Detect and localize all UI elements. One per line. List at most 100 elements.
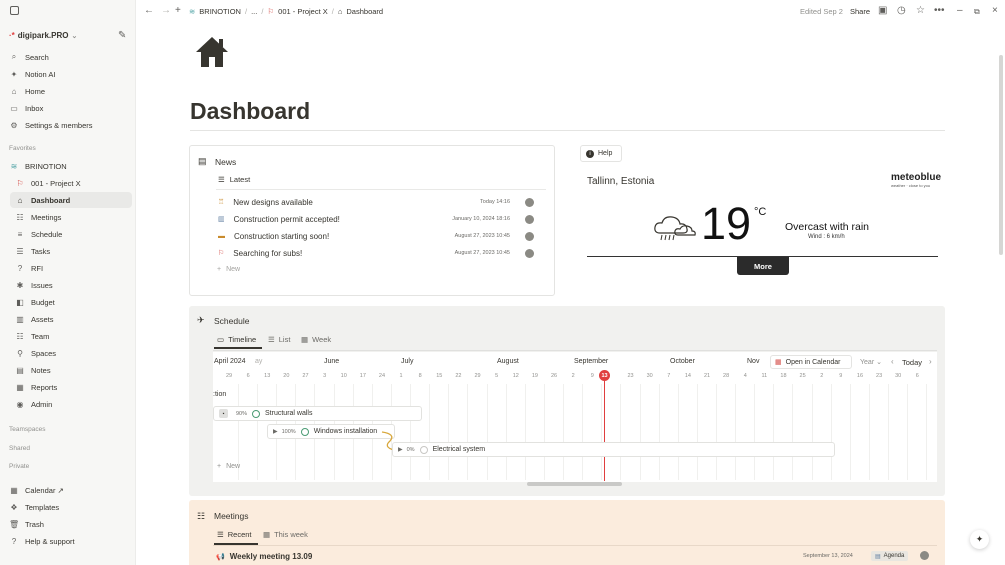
minimize-icon[interactable]: – [957,5,963,16]
triangle-right-icon[interactable]: ▶ [398,446,403,453]
zoom-select[interactable]: Year ⌄ [860,358,882,366]
month-label: October [670,358,695,365]
open-in-calendar-button[interactable]: ▦ Open in Calendar [770,355,852,369]
workspace-switcher[interactable]: ·* digipark.PRO ⌄ [9,31,77,40]
table-row[interactable]: 📢 Weekly meeting 13.09 September 13, 202… [216,550,936,563]
sidebar-item-notion-ai[interactable]: ✦ Notion AI [4,66,132,82]
sidebar-item-team[interactable]: ☷ Team [10,328,132,344]
today-button[interactable]: Today [902,358,922,367]
news-item-date: Today 14:16 [480,199,510,205]
page-icon-house[interactable] [194,34,230,70]
list-icon: ☰ [218,175,225,184]
task-bar-electrical-system[interactable]: ▶ 0% Electrical system [392,442,835,457]
news-item-title: New designs available [233,197,313,207]
news-view-tab[interactable]: ☰ Latest [218,175,250,184]
app-logo-icon[interactable] [10,6,19,15]
tab-week[interactable]: ▦ Week [301,335,331,344]
task-bar-windows-installation[interactable]: ▶ 100% Windows installation [267,424,395,439]
sidebar-item-calendar[interactable]: ▦ Calendar ↗ [4,482,132,498]
expand-icon[interactable]: ▪ [219,409,228,418]
news-new-button[interactable]: + New [217,266,240,273]
private-heading[interactable]: Private [9,463,29,470]
day-label: 9 [839,373,843,379]
schedule-new-button[interactable]: + New [217,463,240,470]
grid-line [601,384,603,480]
sidebar-item-home[interactable]: ⌂ Home [4,83,132,99]
share-button[interactable]: Share [850,7,870,16]
prev-arrow-icon[interactable]: ‹ [891,357,894,366]
ai-assistant-button[interactable]: ✦ [970,530,989,549]
day-label: 7 [667,373,671,379]
sidebar-item-dashboard[interactable]: ⌂ Dashboard [10,192,132,208]
list-item[interactable]: ▥ Construction permit accepted! January … [218,211,548,227]
forward-arrow-icon[interactable]: → [161,5,171,16]
sidebar-item-inbox[interactable]: ▭ Inbox [4,100,132,116]
templates-icon: ❖ [10,502,18,512]
sidebar-item-rfi[interactable]: ? RFI [10,260,132,276]
sidebar-item-spaces[interactable]: ⚲ Spaces [10,345,132,361]
sidebar-item-label: Help & support [25,536,75,546]
meteoblue-logo[interactable]: meteoblue [891,172,941,183]
close-icon[interactable]: × [992,5,998,16]
sidebar-item-templates[interactable]: ❖ Templates [4,499,132,515]
sidebar-item-issues[interactable]: ✱ Issues [10,277,132,293]
breadcrumb-item[interactable]: 001 - Project X [278,7,328,16]
restore-icon[interactable]: ⧉ [974,7,980,17]
shared-heading[interactable]: Shared [9,445,30,452]
list-item[interactable]: ▬ Construction starting soon! August 27,… [218,228,548,244]
page-title[interactable]: Dashboard [190,98,310,125]
horizontal-scrollbar[interactable] [527,482,622,486]
today-marker: 13 [599,370,610,381]
sidebar-item-search[interactable]: ⌕ Search [4,49,132,65]
sidebar-item-brinotion[interactable]: ≋ BRINOTION [4,158,132,174]
sidebar-item-help[interactable]: ? Help & support [4,533,132,549]
vertical-scrollbar[interactable] [999,55,1003,255]
schedule-title[interactable]: Schedule [214,316,249,326]
task-bar-structural-walls[interactable]: ▪ 90% Structural walls [213,406,422,421]
sidebar-item-admin[interactable]: ◉ Admin [10,396,132,412]
tab-recent[interactable]: ☰ Recent [217,530,252,539]
help-button[interactable]: i Help [580,145,622,162]
sidebar-item-tasks[interactable]: ☰ Tasks [10,243,132,259]
triangle-right-icon[interactable]: ▶ [273,428,278,435]
plus-icon: + [217,266,222,273]
sidebar-item-settings[interactable]: ⚙ Settings & members [4,117,132,133]
sidebar-item-assets[interactable]: ▥ Assets [10,311,132,327]
breadcrumb-item[interactable]: BRINOTION [199,7,241,16]
sidebar-item-meetings[interactable]: ☷ Meetings [10,209,132,225]
grid-line [849,384,851,480]
day-label: 5 [495,373,499,379]
sidebar-item-reports[interactable]: ▦ Reports [10,379,132,395]
news-title[interactable]: News [215,157,236,167]
day-label: 14 [684,373,691,379]
more-button[interactable]: More [737,257,789,275]
next-arrow-icon[interactable]: › [929,357,932,366]
help-label: Help [598,150,613,157]
weather-wind: Wind : 6 km/h [808,234,845,240]
sidebar-item-budget[interactable]: ◧ Budget [10,294,132,310]
list-item[interactable]: ⚐ Searching for subs! August 27, 2023 10… [218,245,548,261]
back-arrow-icon[interactable]: ← [144,5,154,16]
meeting-tag[interactable]: ▤ Agenda [871,551,909,561]
favorites-heading[interactable]: Favorites [9,145,36,152]
teamspaces-heading[interactable]: Teamspaces [9,426,46,433]
breadcrumb-item[interactable]: ... [251,7,257,16]
plus-icon[interactable]: + [175,5,181,16]
topbar: ← → + ≋ BRINOTION / ... / ⚐ 001 - Projec… [137,0,1005,26]
meeting-title: Weekly meeting 13.09 [229,552,313,561]
tab-list[interactable]: ☰ List [268,335,290,344]
sidebar-item-project-x[interactable]: ⚐ 001 - Project X [10,175,132,191]
tab-timeline[interactable]: ▭ Timeline [217,335,256,344]
sidebar-item-schedule[interactable]: ≡ Schedule [10,226,132,242]
new-page-icon[interactable]: ✎ [118,30,126,41]
sidebar-item-trash[interactable]: 🗑 Trash [4,516,132,532]
comment-icon[interactable]: ▣ [878,5,887,16]
meetings-title[interactable]: Meetings [214,511,249,521]
history-icon[interactable]: ◷ [897,5,906,16]
more-icon[interactable]: ••• [934,5,945,16]
star-icon[interactable]: ☆ [916,5,925,16]
sidebar-item-notes[interactable]: ▤ Notes [10,362,132,378]
breadcrumb-item[interactable]: Dashboard [346,7,383,16]
tab-this-week[interactable]: ▦ This week [263,530,308,539]
list-item[interactable]: ♖ New designs available Today 14:16 [218,194,548,210]
